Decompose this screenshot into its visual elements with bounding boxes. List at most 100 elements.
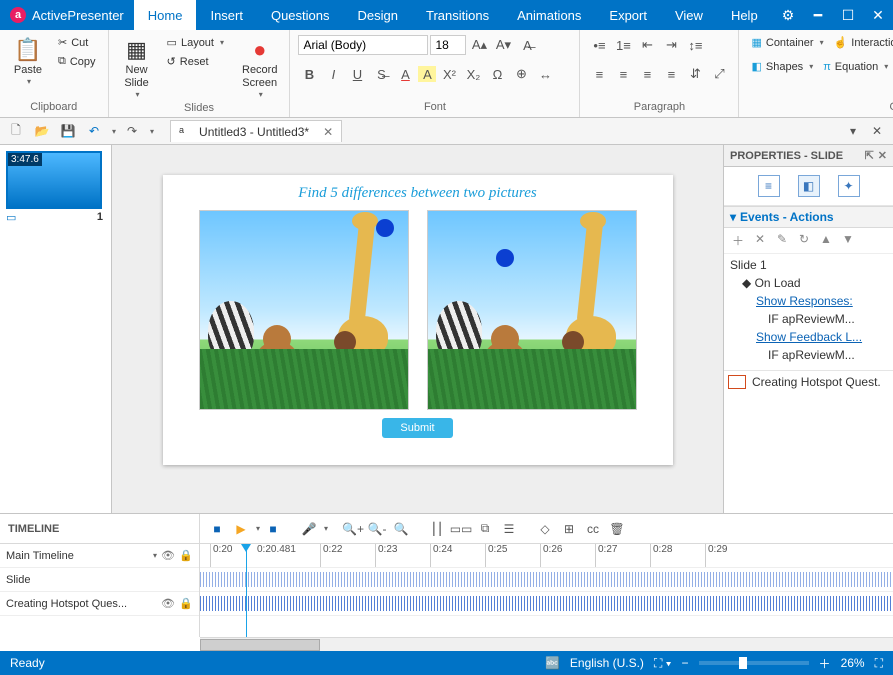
- line-spacing-icon[interactable]: ↕≡: [684, 34, 706, 56]
- tab-home[interactable]: Home: [134, 0, 197, 30]
- tab-animations[interactable]: Animations: [503, 0, 595, 30]
- tree-condition-2[interactable]: IF apReviewM...: [728, 346, 889, 364]
- subscript-icon[interactable]: X₂: [462, 63, 484, 85]
- movedown-event-icon[interactable]: ▼: [840, 232, 856, 249]
- tab-help[interactable]: Help: [717, 0, 772, 30]
- slide-thumbnail[interactable]: 3:47.6: [6, 151, 102, 209]
- shrink-font-icon[interactable]: A▾: [492, 34, 514, 56]
- superscript-icon[interactable]: X²: [438, 63, 460, 85]
- interaction-button[interactable]: ☝Interaction: [830, 34, 893, 51]
- timeline-scrollbar[interactable]: [200, 637, 893, 651]
- maximize-button[interactable]: ☐: [833, 0, 863, 30]
- align-right-icon[interactable]: ≡: [636, 63, 658, 85]
- tab-insert[interactable]: Insert: [196, 0, 257, 30]
- equation-button[interactable]: πEquation▾: [819, 59, 892, 75]
- bullets-icon[interactable]: •≡: [588, 34, 610, 56]
- tl-cc-icon[interactable]: cc: [582, 518, 604, 540]
- tab-view[interactable]: View: [661, 0, 717, 30]
- text-direction-icon[interactable]: ⤢: [708, 63, 730, 85]
- tl-mic-icon[interactable]: 🎤: [298, 518, 320, 540]
- highlight-icon[interactable]: A: [418, 66, 436, 82]
- moveup-event-icon[interactable]: ▲: [818, 232, 834, 249]
- tl-play-icon[interactable]: ▶: [230, 518, 252, 540]
- tab-design[interactable]: Design: [344, 0, 412, 30]
- eye-icon[interactable]: 👁: [161, 549, 175, 562]
- new-doc-icon[interactable]: 🗋: [6, 121, 26, 141]
- track-row-audio[interactable]: [200, 592, 893, 616]
- text-effects-icon[interactable]: ⊕: [510, 63, 532, 85]
- numbering-icon[interactable]: 1≡: [612, 34, 634, 56]
- tl-zoomout-icon[interactable]: 🔍-: [366, 518, 388, 540]
- picture-right[interactable]: [427, 210, 637, 410]
- tl-marker-icon[interactable]: ◇: [534, 518, 556, 540]
- grow-font-icon[interactable]: A▴: [468, 34, 490, 56]
- tl-delete-icon[interactable]: 🗑: [606, 518, 628, 540]
- collapse-ribbon-icon[interactable]: ▾: [843, 121, 863, 141]
- events-actions-header[interactable]: ▾ Events - Actions: [724, 206, 893, 228]
- refresh-event-icon[interactable]: ↻: [796, 232, 812, 249]
- edit-event-icon[interactable]: ✎: [774, 232, 790, 249]
- track-hotspot[interactable]: Creating Hotspot Ques...👁🔒: [0, 592, 199, 616]
- pin-icon[interactable]: ⇱: [865, 149, 874, 162]
- scrollbar-thumb[interactable]: [200, 639, 320, 651]
- slide-canvas[interactable]: Find 5 differences between two pictures: [112, 145, 723, 513]
- undo-icon[interactable]: ↶: [84, 121, 104, 141]
- open-icon[interactable]: 📂: [32, 121, 52, 141]
- picture-left[interactable]: [199, 210, 409, 410]
- submit-button[interactable]: Submit: [382, 418, 452, 438]
- record-screen-button[interactable]: ● Record Screen▾: [238, 34, 281, 102]
- prop-general-icon[interactable]: ≡: [758, 175, 780, 197]
- document-tab[interactable]: a Untitled3 - Untitled3* ✕: [170, 120, 342, 142]
- close-tab-icon[interactable]: ✕: [323, 125, 333, 139]
- strike-icon[interactable]: S̶: [370, 63, 392, 85]
- hotspot-marker[interactable]: [376, 219, 394, 237]
- shapes-button[interactable]: ◧Shapes▾: [747, 58, 817, 75]
- justify-icon[interactable]: ≡: [660, 63, 682, 85]
- tree-event[interactable]: ◆ On Load: [728, 274, 889, 292]
- close-panel-icon[interactable]: ✕: [867, 121, 887, 141]
- tl-zoomfit-icon[interactable]: 🔍: [390, 518, 412, 540]
- tab-transitions[interactable]: Transitions: [412, 0, 503, 30]
- hotspot-marker[interactable]: [496, 249, 514, 267]
- underline-icon[interactable]: U: [346, 63, 368, 85]
- italic-icon[interactable]: I: [322, 63, 344, 85]
- tl-insert-icon[interactable]: ⊞: [558, 518, 580, 540]
- zoom-in-icon[interactable]: ＋: [819, 655, 831, 672]
- omega-icon[interactable]: Ω: [486, 63, 508, 85]
- valign-icon[interactable]: ⇵: [684, 63, 706, 85]
- settings-icon[interactable]: ⚙: [773, 0, 803, 30]
- layout-button[interactable]: ▭Layout▾: [163, 34, 228, 51]
- resource-item[interactable]: Creating Hotspot Quest.: [728, 375, 889, 389]
- tab-questions[interactable]: Questions: [257, 0, 344, 30]
- paste-button[interactable]: 📋 Paste▾: [8, 34, 48, 89]
- tree-condition-1[interactable]: IF apReviewM...: [728, 310, 889, 328]
- fullscreen-icon[interactable]: ⛶: [875, 656, 883, 671]
- outdent-icon[interactable]: ⇤: [636, 34, 658, 56]
- tl-split-icon[interactable]: ⎮⎮: [426, 518, 448, 540]
- char-spacing-icon[interactable]: ↔: [534, 63, 556, 85]
- clear-format-icon[interactable]: A̶: [516, 34, 538, 56]
- redo-icon[interactable]: ↷: [122, 121, 142, 141]
- tree-action-show-responses[interactable]: Show Responses:: [728, 292, 889, 310]
- tree-action-show-feedback[interactable]: Show Feedback L...: [728, 328, 889, 346]
- align-left-icon[interactable]: ≡: [588, 63, 610, 85]
- lock-icon[interactable]: 🔒: [179, 597, 193, 610]
- spellcheck-icon[interactable]: 🔤: [545, 656, 560, 670]
- font-size-select[interactable]: [430, 35, 466, 55]
- prop-size-icon[interactable]: ◧: [798, 175, 820, 197]
- zoom-thumb[interactable]: [739, 657, 747, 669]
- status-language[interactable]: English (U.S.): [570, 656, 644, 670]
- eye-icon[interactable]: 👁: [161, 597, 175, 610]
- track-main[interactable]: Main Timeline▾👁🔒: [0, 544, 199, 568]
- close-properties-icon[interactable]: ✕: [878, 149, 887, 162]
- delete-event-icon[interactable]: ✕: [752, 232, 768, 249]
- cut-button[interactable]: ✂Cut: [54, 34, 100, 51]
- tab-export[interactable]: Export: [595, 0, 661, 30]
- tl-stop-icon[interactable]: ■: [206, 518, 228, 540]
- reset-button[interactable]: ↺Reset: [163, 53, 228, 70]
- font-family-select[interactable]: [298, 35, 428, 55]
- timeline-ruler[interactable]: 0:20 0:20.481 0:22 0:23 0:24 0:25 0:26 0…: [200, 544, 893, 568]
- zoom-slider[interactable]: [699, 661, 809, 665]
- tl-snap-icon[interactable]: ⧉: [474, 518, 496, 540]
- container-button[interactable]: ▦Container▾: [747, 34, 827, 51]
